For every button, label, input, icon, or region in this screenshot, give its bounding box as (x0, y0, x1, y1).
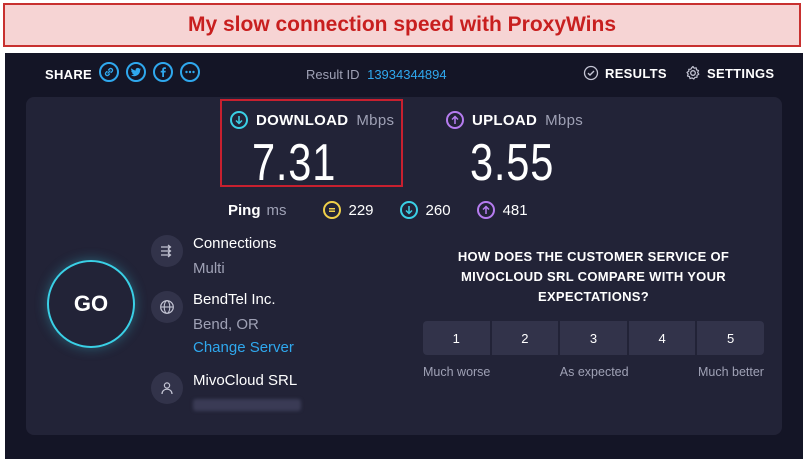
upload-metric: UPLOAD Mbps 3.55 (446, 111, 583, 189)
ping-upload-value: 481 (502, 201, 528, 219)
results-card: DOWNLOAD Mbps 7.31 UPLOAD Mbps 3.55 Ping… (26, 97, 782, 435)
settings-button[interactable]: SETTINGS (685, 65, 774, 81)
server-name: BendTel Inc. (193, 291, 276, 308)
go-button[interactable]: GO (47, 260, 135, 348)
upload-label: UPLOAD (472, 111, 538, 129)
upload-ping-icon (476, 201, 495, 219)
download-metric: DOWNLOAD Mbps 7.31 (230, 111, 394, 189)
rating-low-label: Much worse (423, 365, 491, 379)
upload-unit: Mbps (545, 111, 584, 129)
connections-value: Multi (193, 260, 225, 277)
settings-label: SETTINGS (707, 65, 775, 81)
result-id: Result ID 13934344894 (306, 67, 447, 82)
share-label: SHARE (45, 67, 93, 82)
server-location: Bend, OR (193, 316, 259, 333)
check-circle-icon (583, 65, 599, 81)
download-unit: Mbps (356, 111, 395, 129)
ping-label: Ping (228, 201, 261, 219)
rating-scale-labels: Much worse As expected Much better (423, 365, 764, 379)
download-value: 7.31 (252, 134, 337, 192)
twitter-icon[interactable] (126, 62, 146, 82)
ping-row: Ping ms 229 260 481 (228, 201, 554, 219)
user-icon (151, 372, 183, 404)
upload-value: 3.55 (470, 134, 555, 192)
caption-title: My slow connection speed with ProxyWins (187, 13, 617, 36)
rating-option-4[interactable]: 4 (628, 321, 696, 355)
download-ping-icon (399, 201, 418, 219)
idle-ping-icon (322, 201, 341, 219)
rating-option-3[interactable]: 3 (560, 321, 627, 355)
change-server-link[interactable]: Change Server (193, 339, 294, 356)
facebook-icon[interactable] (153, 62, 173, 82)
more-icon[interactable] (180, 62, 200, 82)
rating-option-1[interactable]: 1 (423, 321, 490, 355)
rating-high-label: Much better (697, 365, 764, 379)
rating-option-5[interactable]: 5 (697, 321, 764, 355)
rating-mid-label: As expected (559, 365, 629, 379)
gear-icon (686, 65, 700, 80)
ping-idle-value: 229 (348, 201, 374, 219)
download-arrow-icon (230, 111, 248, 129)
results-button[interactable]: RESULTS (583, 65, 667, 81)
server-info: BendTel Inc. Bend, OR Change Server (151, 291, 294, 356)
ping-upload: 481 (476, 201, 528, 219)
ping-unit: ms (266, 201, 287, 219)
provider-info: MivoCloud SRL (151, 372, 301, 411)
connections-title: Connections (193, 235, 277, 252)
rating-scale: 1 2 3 4 5 (423, 321, 764, 355)
survey-panel: HOW DOES THE CUSTOMER SERVICE OF MIVOCLO… (423, 247, 764, 379)
caption-banner: My slow connection speed with ProxyWins (3, 3, 801, 47)
connections-icon (151, 235, 183, 267)
survey-question: HOW DOES THE CUSTOMER SERVICE OF MIVOCLO… (457, 249, 730, 304)
speedtest-app: SHARE Result ID 13934344894 RESULTS SETT… (5, 53, 803, 459)
result-id-label: Result ID (306, 67, 360, 82)
ping-download: 260 (399, 201, 451, 219)
results-label: RESULTS (605, 65, 667, 81)
upload-arrow-icon (446, 111, 464, 129)
link-icon[interactable] (99, 62, 119, 82)
share-icons (99, 62, 200, 82)
ping-download-value: 260 (425, 201, 451, 219)
download-label: DOWNLOAD (256, 111, 349, 129)
provider-name: MivoCloud SRL (193, 372, 298, 389)
top-bar: SHARE Result ID 13934344894 RESULTS SETT… (5, 53, 803, 97)
blurred-ip-address (193, 399, 301, 411)
connections-info: Connections Multi (151, 235, 276, 277)
rating-option-2[interactable]: 2 (491, 321, 559, 355)
ping-idle: 229 (322, 201, 374, 219)
result-id-value[interactable]: 13934344894 (367, 67, 447, 82)
globe-icon (151, 291, 183, 323)
